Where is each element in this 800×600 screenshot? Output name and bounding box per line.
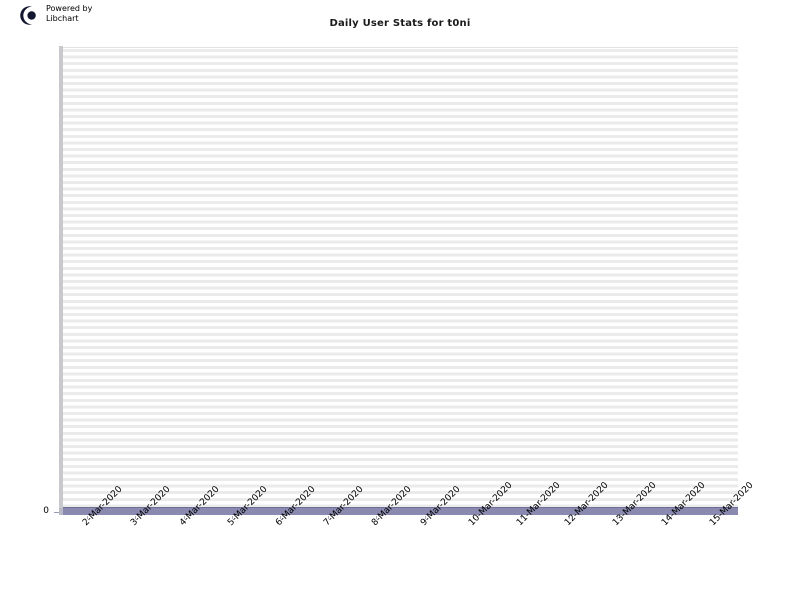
x-tick-mark — [135, 516, 136, 519]
x-tick-mark — [87, 516, 88, 519]
plot-container — [59, 46, 738, 515]
x-tick-mark — [425, 516, 426, 519]
x-tick-mark — [376, 516, 377, 519]
x-tick-mark — [184, 516, 185, 519]
bar-series-zero-baseline — [63, 507, 738, 515]
x-tick-mark — [473, 516, 474, 519]
chart-title: Daily User Stats for t0ni — [329, 18, 471, 29]
x-tick-mark — [569, 516, 570, 519]
y-axis: 0 — [0, 0, 59, 600]
y-tick-mark — [54, 512, 59, 513]
x-tick-mark — [666, 516, 667, 519]
y-tick-label: 0 — [43, 506, 49, 516]
x-tick-mark — [714, 516, 715, 519]
x-tick-mark — [617, 516, 618, 519]
x-tick-mark — [328, 516, 329, 519]
x-tick-mark — [521, 516, 522, 519]
x-tick-mark — [280, 516, 281, 519]
x-tick-mark — [232, 516, 233, 519]
plot-area-gridlines — [63, 47, 738, 509]
